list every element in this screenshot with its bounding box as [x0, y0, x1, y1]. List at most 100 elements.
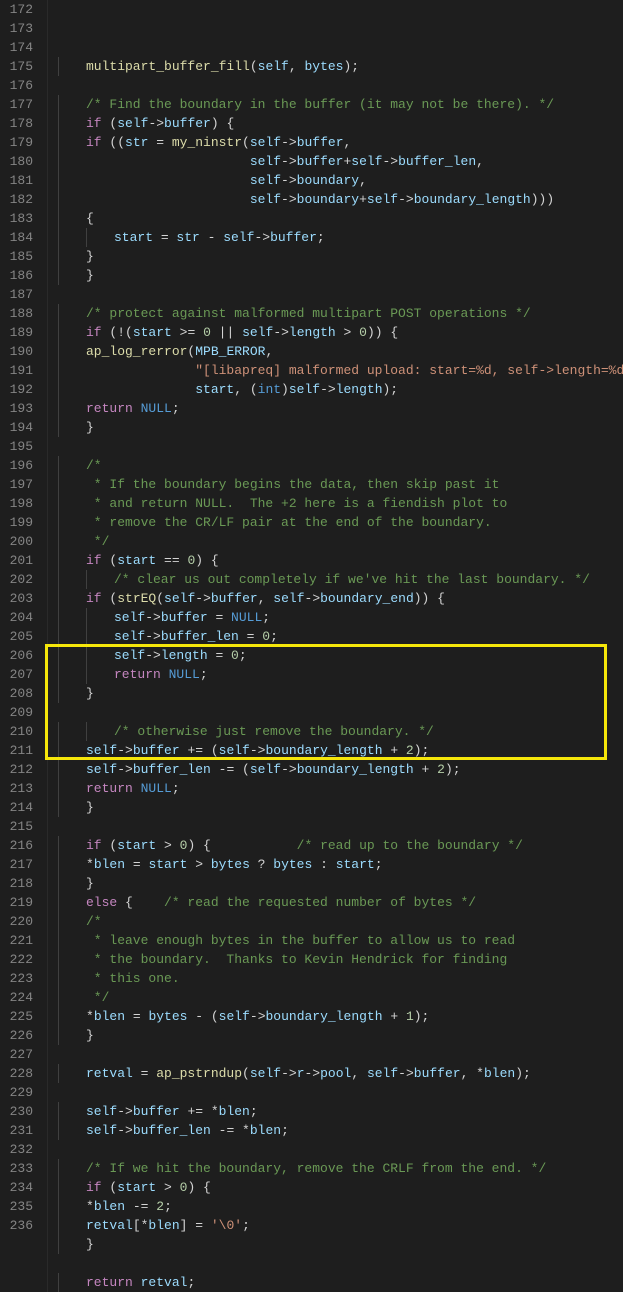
code-line[interactable]: if (self->buffer) { [58, 114, 623, 133]
token-comment: /* read up to the boundary */ [297, 838, 523, 853]
code-line[interactable] [58, 76, 623, 95]
code-line[interactable]: self->buffer+self->buffer_len, [58, 152, 623, 171]
code-line[interactable]: */ [58, 532, 623, 551]
code-line[interactable] [58, 1254, 623, 1273]
code-line[interactable]: return NULL; [58, 399, 623, 418]
code-line[interactable]: self->buffer += *blen; [58, 1102, 623, 1121]
line-number: 216 [6, 836, 33, 855]
code-line[interactable]: "[libapreq] malformed upload: start=%d, … [58, 361, 623, 380]
token-punc: || [211, 325, 242, 340]
code-line[interactable]: * If the boundary begins the data, then … [58, 475, 623, 494]
token-punc: )) { [414, 591, 445, 606]
code-line[interactable]: } [58, 684, 623, 703]
code-editor[interactable]: 1721731741751761771781791801811821831841… [0, 0, 623, 1292]
token-id: blen [94, 857, 125, 872]
code-line[interactable] [58, 285, 623, 304]
indent-guide [58, 608, 59, 627]
code-line[interactable]: if (start == 0) { [58, 551, 623, 570]
code-line[interactable]: if (start > 0) { [58, 1178, 623, 1197]
code-line[interactable]: self->buffer_len = 0; [58, 627, 623, 646]
code-line[interactable]: *blen = bytes - (self->boundary_length +… [58, 1007, 623, 1026]
token-id: buffer [133, 1104, 180, 1119]
code-line[interactable]: /* Find the boundary in the buffer (it m… [58, 95, 623, 114]
code-line[interactable]: retval = ap_pstrndup(self->r->pool, self… [58, 1064, 623, 1083]
token-punc [133, 781, 141, 796]
line-number: 206 [6, 646, 33, 665]
code-line[interactable]: } [58, 1235, 623, 1254]
code-line[interactable] [58, 703, 623, 722]
code-line[interactable]: self->buffer_len -= *blen; [58, 1121, 623, 1140]
code-line[interactable] [58, 1045, 623, 1064]
code-line[interactable]: self->boundary+self->boundary_length))) [58, 190, 623, 209]
token-ctrl: if [86, 325, 102, 340]
code-line[interactable]: multipart_buffer_fill(self, bytes); [58, 57, 623, 76]
code-line[interactable]: else { /* read the requested number of b… [58, 893, 623, 912]
code-line[interactable]: self->boundary, [58, 171, 623, 190]
indent-guide [58, 1216, 59, 1235]
code-line[interactable]: return NULL; [58, 779, 623, 798]
token-comment: /* read the requested number of bytes */ [164, 895, 476, 910]
code-line[interactable]: return retval; [58, 1273, 623, 1292]
token-punc: , * [461, 1066, 484, 1081]
line-number: 208 [6, 684, 33, 703]
indent-guide [86, 570, 87, 589]
code-line[interactable]: } [58, 418, 623, 437]
code-line[interactable]: if (start > 0) { /* read up to the bound… [58, 836, 623, 855]
token-punc: ; [375, 857, 383, 872]
code-line[interactable]: } [58, 1026, 623, 1045]
code-line[interactable]: *blen = start > bytes ? bytes : start; [58, 855, 623, 874]
indent-guide [58, 1121, 59, 1140]
code-area[interactable]: multipart_buffer_fill(self, bytes); /* F… [48, 0, 623, 1292]
code-line[interactable] [58, 1140, 623, 1159]
code-line[interactable]: ap_log_rerror(MPB_ERROR, [58, 342, 623, 361]
token-id: MPB_ERROR [195, 344, 265, 359]
code-line[interactable]: /* otherwise just remove the boundary. *… [58, 722, 623, 741]
token-punc: -> [398, 192, 414, 207]
code-line[interactable]: /* clear us out completely if we've hit … [58, 570, 623, 589]
indent-guide [58, 1064, 59, 1083]
code-line[interactable]: { [58, 209, 623, 228]
token-comment: * leave enough bytes in the buffer to al… [86, 933, 515, 948]
code-line[interactable]: self->buffer_len -= (self->boundary_leng… [58, 760, 623, 779]
code-line[interactable]: * leave enough bytes in the buffer to al… [58, 931, 623, 950]
token-punc: ( [102, 553, 118, 568]
code-line[interactable]: *blen -= 2; [58, 1197, 623, 1216]
code-line[interactable]: * this one. [58, 969, 623, 988]
code-line[interactable]: retval[*blen] = '\0'; [58, 1216, 623, 1235]
code-line[interactable]: self->buffer = NULL; [58, 608, 623, 627]
code-line[interactable] [58, 1083, 623, 1102]
code-line[interactable]: /* protect against malformed multipart P… [58, 304, 623, 323]
code-line[interactable]: * remove the CR/LF pair at the end of th… [58, 513, 623, 532]
code-line[interactable]: } [58, 266, 623, 285]
code-line[interactable]: * and return NULL. The +2 here is a fien… [58, 494, 623, 513]
token-punc: = [153, 230, 176, 245]
token-id: self [86, 1104, 117, 1119]
code-line[interactable]: self->length = 0; [58, 646, 623, 665]
token-ctrl: if [86, 591, 102, 606]
token-str: "[libapreq] malformed upload: start=%d, … [195, 363, 623, 378]
code-line[interactable]: start = str - self->buffer; [58, 228, 623, 247]
indent-guide [58, 665, 59, 684]
code-line[interactable]: } [58, 798, 623, 817]
token-id: blen [94, 1009, 125, 1024]
code-line[interactable]: if (strEQ(self->buffer, self->boundary_e… [58, 589, 623, 608]
code-line[interactable]: if ((str = my_ninstr(self->buffer, [58, 133, 623, 152]
code-line[interactable]: */ [58, 988, 623, 1007]
code-line[interactable]: return NULL; [58, 665, 623, 684]
token-punc: ( [102, 591, 118, 606]
line-number: 178 [6, 114, 33, 133]
token-punc: > [187, 857, 210, 872]
line-number: 202 [6, 570, 33, 589]
code-line[interactable] [58, 437, 623, 456]
code-line[interactable]: if (!(start >= 0 || self->length > 0)) { [58, 323, 623, 342]
code-line[interactable]: /* [58, 912, 623, 931]
token-punc: -> [281, 192, 297, 207]
code-line[interactable]: self->buffer += (self->boundary_length +… [58, 741, 623, 760]
code-line[interactable] [58, 817, 623, 836]
code-line[interactable]: start, (int)self->length); [58, 380, 623, 399]
code-line[interactable]: } [58, 247, 623, 266]
code-line[interactable]: } [58, 874, 623, 893]
code-line[interactable]: * the boundary. Thanks to Kevin Hendrick… [58, 950, 623, 969]
code-line[interactable]: /* If we hit the boundary, remove the CR… [58, 1159, 623, 1178]
code-line[interactable]: /* [58, 456, 623, 475]
